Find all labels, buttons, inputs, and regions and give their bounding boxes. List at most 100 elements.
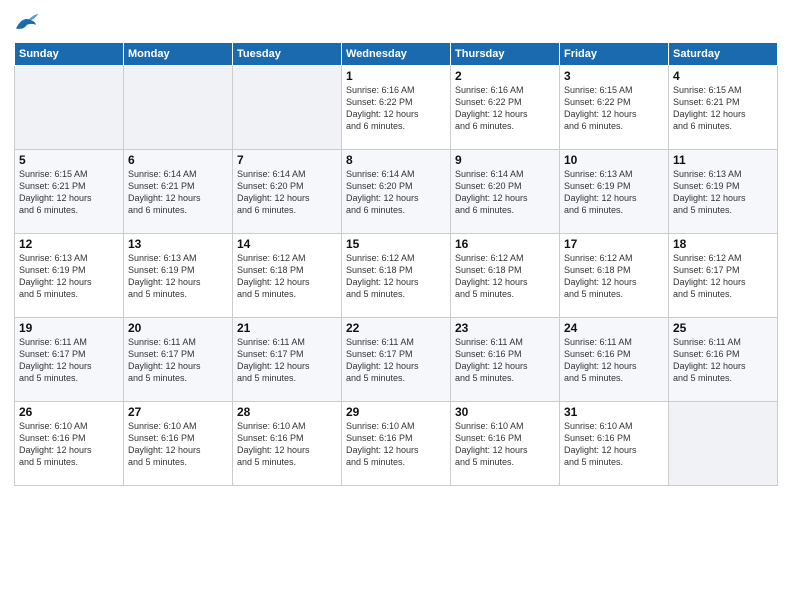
day-info: Sunrise: 6:15 AMSunset: 6:22 PMDaylight:… <box>564 84 664 133</box>
week-row-2: 5Sunrise: 6:15 AMSunset: 6:21 PMDaylight… <box>15 150 778 234</box>
calendar-cell: 4Sunrise: 6:15 AMSunset: 6:21 PMDaylight… <box>669 66 778 150</box>
day-info: Sunrise: 6:10 AMSunset: 6:16 PMDaylight:… <box>455 420 555 469</box>
logo <box>14 10 46 34</box>
week-row-4: 19Sunrise: 6:11 AMSunset: 6:17 PMDayligh… <box>15 318 778 402</box>
day-number: 10 <box>564 153 664 167</box>
calendar-cell <box>124 66 233 150</box>
day-number: 19 <box>19 321 119 335</box>
weekday-header-tuesday: Tuesday <box>233 43 342 66</box>
calendar-cell: 18Sunrise: 6:12 AMSunset: 6:17 PMDayligh… <box>669 234 778 318</box>
calendar-cell: 30Sunrise: 6:10 AMSunset: 6:16 PMDayligh… <box>451 402 560 486</box>
day-info: Sunrise: 6:12 AMSunset: 6:18 PMDaylight:… <box>455 252 555 301</box>
day-number: 16 <box>455 237 555 251</box>
day-info: Sunrise: 6:12 AMSunset: 6:17 PMDaylight:… <box>673 252 773 301</box>
week-row-3: 12Sunrise: 6:13 AMSunset: 6:19 PMDayligh… <box>15 234 778 318</box>
calendar-cell: 25Sunrise: 6:11 AMSunset: 6:16 PMDayligh… <box>669 318 778 402</box>
calendar-cell: 22Sunrise: 6:11 AMSunset: 6:17 PMDayligh… <box>342 318 451 402</box>
day-number: 13 <box>128 237 228 251</box>
day-info: Sunrise: 6:11 AMSunset: 6:17 PMDaylight:… <box>237 336 337 385</box>
day-number: 11 <box>673 153 773 167</box>
day-number: 25 <box>673 321 773 335</box>
day-info: Sunrise: 6:10 AMSunset: 6:16 PMDaylight:… <box>237 420 337 469</box>
day-number: 7 <box>237 153 337 167</box>
calendar-cell: 23Sunrise: 6:11 AMSunset: 6:16 PMDayligh… <box>451 318 560 402</box>
day-info: Sunrise: 6:10 AMSunset: 6:16 PMDaylight:… <box>346 420 446 469</box>
day-number: 20 <box>128 321 228 335</box>
day-number: 26 <box>19 405 119 419</box>
day-info: Sunrise: 6:14 AMSunset: 6:20 PMDaylight:… <box>346 168 446 217</box>
day-info: Sunrise: 6:10 AMSunset: 6:16 PMDaylight:… <box>128 420 228 469</box>
day-info: Sunrise: 6:14 AMSunset: 6:21 PMDaylight:… <box>128 168 228 217</box>
day-number: 8 <box>346 153 446 167</box>
day-number: 3 <box>564 69 664 83</box>
day-number: 30 <box>455 405 555 419</box>
day-number: 4 <box>673 69 773 83</box>
calendar-cell <box>15 66 124 150</box>
day-number: 1 <box>346 69 446 83</box>
calendar-cell: 26Sunrise: 6:10 AMSunset: 6:16 PMDayligh… <box>15 402 124 486</box>
calendar-cell: 11Sunrise: 6:13 AMSunset: 6:19 PMDayligh… <box>669 150 778 234</box>
weekday-header-thursday: Thursday <box>451 43 560 66</box>
week-row-1: 1Sunrise: 6:16 AMSunset: 6:22 PMDaylight… <box>15 66 778 150</box>
day-info: Sunrise: 6:13 AMSunset: 6:19 PMDaylight:… <box>673 168 773 217</box>
day-number: 24 <box>564 321 664 335</box>
calendar-header-row: SundayMondayTuesdayWednesdayThursdayFrid… <box>15 43 778 66</box>
day-number: 5 <box>19 153 119 167</box>
page-container: SundayMondayTuesdayWednesdayThursdayFrid… <box>0 0 792 612</box>
day-info: Sunrise: 6:10 AMSunset: 6:16 PMDaylight:… <box>19 420 119 469</box>
day-info: Sunrise: 6:11 AMSunset: 6:16 PMDaylight:… <box>564 336 664 385</box>
calendar-cell: 29Sunrise: 6:10 AMSunset: 6:16 PMDayligh… <box>342 402 451 486</box>
calendar-cell: 20Sunrise: 6:11 AMSunset: 6:17 PMDayligh… <box>124 318 233 402</box>
day-number: 18 <box>673 237 773 251</box>
day-number: 31 <box>564 405 664 419</box>
weekday-header-wednesday: Wednesday <box>342 43 451 66</box>
header <box>14 10 778 34</box>
calendar-cell: 8Sunrise: 6:14 AMSunset: 6:20 PMDaylight… <box>342 150 451 234</box>
day-info: Sunrise: 6:15 AMSunset: 6:21 PMDaylight:… <box>19 168 119 217</box>
calendar-cell: 14Sunrise: 6:12 AMSunset: 6:18 PMDayligh… <box>233 234 342 318</box>
day-info: Sunrise: 6:11 AMSunset: 6:17 PMDaylight:… <box>19 336 119 385</box>
calendar-cell: 3Sunrise: 6:15 AMSunset: 6:22 PMDaylight… <box>560 66 669 150</box>
calendar-cell <box>233 66 342 150</box>
calendar-cell: 19Sunrise: 6:11 AMSunset: 6:17 PMDayligh… <box>15 318 124 402</box>
calendar-cell: 7Sunrise: 6:14 AMSunset: 6:20 PMDaylight… <box>233 150 342 234</box>
day-number: 22 <box>346 321 446 335</box>
day-number: 28 <box>237 405 337 419</box>
day-info: Sunrise: 6:10 AMSunset: 6:16 PMDaylight:… <box>564 420 664 469</box>
calendar-cell: 10Sunrise: 6:13 AMSunset: 6:19 PMDayligh… <box>560 150 669 234</box>
day-info: Sunrise: 6:14 AMSunset: 6:20 PMDaylight:… <box>455 168 555 217</box>
day-number: 17 <box>564 237 664 251</box>
calendar-cell: 5Sunrise: 6:15 AMSunset: 6:21 PMDaylight… <box>15 150 124 234</box>
calendar-cell: 27Sunrise: 6:10 AMSunset: 6:16 PMDayligh… <box>124 402 233 486</box>
day-info: Sunrise: 6:13 AMSunset: 6:19 PMDaylight:… <box>128 252 228 301</box>
calendar-cell: 16Sunrise: 6:12 AMSunset: 6:18 PMDayligh… <box>451 234 560 318</box>
calendar-cell: 21Sunrise: 6:11 AMSunset: 6:17 PMDayligh… <box>233 318 342 402</box>
day-number: 6 <box>128 153 228 167</box>
day-number: 23 <box>455 321 555 335</box>
day-info: Sunrise: 6:11 AMSunset: 6:16 PMDaylight:… <box>673 336 773 385</box>
day-info: Sunrise: 6:16 AMSunset: 6:22 PMDaylight:… <box>455 84 555 133</box>
day-info: Sunrise: 6:14 AMSunset: 6:20 PMDaylight:… <box>237 168 337 217</box>
calendar-cell: 1Sunrise: 6:16 AMSunset: 6:22 PMDaylight… <box>342 66 451 150</box>
calendar-cell <box>669 402 778 486</box>
weekday-header-sunday: Sunday <box>15 43 124 66</box>
calendar-cell: 12Sunrise: 6:13 AMSunset: 6:19 PMDayligh… <box>15 234 124 318</box>
week-row-5: 26Sunrise: 6:10 AMSunset: 6:16 PMDayligh… <box>15 402 778 486</box>
day-number: 14 <box>237 237 337 251</box>
day-info: Sunrise: 6:16 AMSunset: 6:22 PMDaylight:… <box>346 84 446 133</box>
day-info: Sunrise: 6:11 AMSunset: 6:16 PMDaylight:… <box>455 336 555 385</box>
day-number: 12 <box>19 237 119 251</box>
calendar-cell: 15Sunrise: 6:12 AMSunset: 6:18 PMDayligh… <box>342 234 451 318</box>
day-info: Sunrise: 6:12 AMSunset: 6:18 PMDaylight:… <box>564 252 664 301</box>
day-info: Sunrise: 6:13 AMSunset: 6:19 PMDaylight:… <box>564 168 664 217</box>
day-number: 9 <box>455 153 555 167</box>
day-info: Sunrise: 6:12 AMSunset: 6:18 PMDaylight:… <box>346 252 446 301</box>
weekday-header-friday: Friday <box>560 43 669 66</box>
day-info: Sunrise: 6:13 AMSunset: 6:19 PMDaylight:… <box>19 252 119 301</box>
calendar-cell: 31Sunrise: 6:10 AMSunset: 6:16 PMDayligh… <box>560 402 669 486</box>
calendar-cell: 2Sunrise: 6:16 AMSunset: 6:22 PMDaylight… <box>451 66 560 150</box>
calendar-cell: 9Sunrise: 6:14 AMSunset: 6:20 PMDaylight… <box>451 150 560 234</box>
day-info: Sunrise: 6:11 AMSunset: 6:17 PMDaylight:… <box>128 336 228 385</box>
calendar-cell: 6Sunrise: 6:14 AMSunset: 6:21 PMDaylight… <box>124 150 233 234</box>
day-number: 29 <box>346 405 446 419</box>
